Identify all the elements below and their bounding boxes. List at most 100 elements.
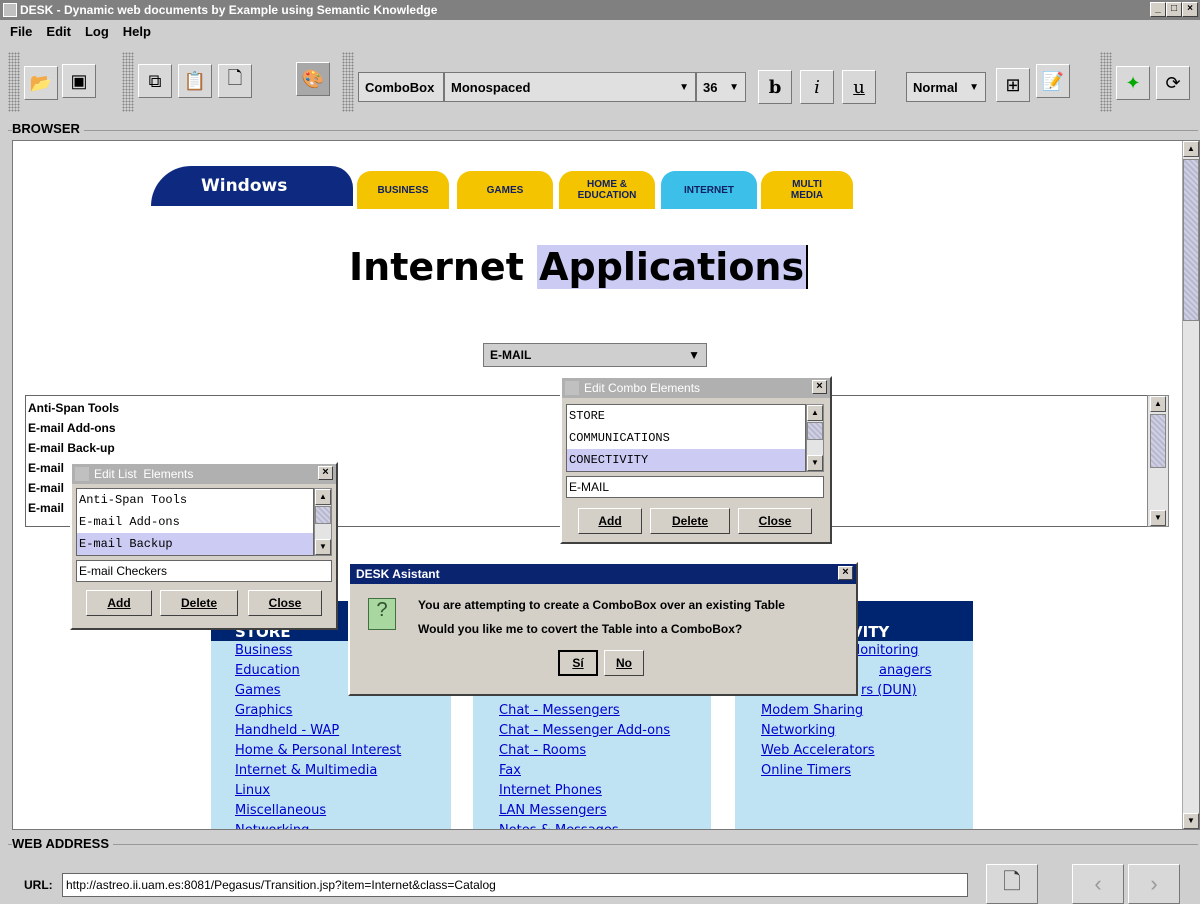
tab-home-education[interactable]: HOME & EDUCATION (559, 171, 655, 209)
style-select[interactable]: Normal ▼ (906, 72, 986, 102)
link-internet-multimedia[interactable]: Internet & Multimedia (235, 761, 451, 781)
link-web-accelerators[interactable]: Web Accelerators (761, 741, 973, 761)
open-folder-button[interactable]: 📂 (24, 66, 58, 100)
scroll-up-icon[interactable]: ▲ (1150, 396, 1166, 412)
menu-help[interactable]: Help (123, 24, 151, 39)
link-miscellaneous[interactable]: Miscellaneous (235, 801, 451, 821)
link-handheld[interactable]: Handheld - WAP (235, 721, 451, 741)
url-input[interactable]: http://astreo.ii.uam.es:8081/Pegasus/Tra… (62, 873, 968, 897)
link-networking[interactable]: Networking (761, 721, 973, 741)
list-scrollbar[interactable]: ▲ ▼ (806, 404, 824, 472)
copy-button[interactable]: ⧉ (138, 64, 172, 98)
link-lan-messengers[interactable]: LAN Messengers (499, 801, 711, 821)
underline-button[interactable]: u (842, 70, 876, 104)
link-home-interest[interactable]: Home & Personal Interest (235, 741, 451, 761)
form-editor-button[interactable]: 📝 (1036, 64, 1070, 98)
dialog-titlebar[interactable]: DESK Asistant × (350, 564, 856, 584)
navigate-button[interactable]: ✦ (1116, 66, 1150, 100)
chevron-down-icon: ▼ (679, 81, 689, 93)
close-icon[interactable]: × (838, 566, 853, 580)
delete-button[interactable]: Delete (160, 590, 238, 616)
forward-button[interactable]: › (1128, 864, 1180, 904)
listbox-scrollbar[interactable]: ▲ ▼ (1147, 395, 1169, 527)
scroll-thumb[interactable] (807, 422, 823, 440)
font-select[interactable]: Monospaced ▼ (444, 72, 696, 102)
save-button[interactable]: ▣ (62, 64, 96, 98)
back-button[interactable]: ‹ (1072, 864, 1124, 904)
scroll-down-icon[interactable]: ▼ (315, 539, 331, 555)
combo-element-input[interactable]: E-MAIL (566, 476, 824, 498)
windows-logo-tab[interactable]: Windows (151, 166, 353, 206)
link-chat-messenger-addons[interactable]: Chat - Messenger Add-ons (499, 721, 711, 741)
palette-button[interactable]: 🎨 (296, 62, 330, 96)
bold-button[interactable]: b (758, 70, 792, 104)
minimize-button[interactable]: _ (1150, 2, 1166, 17)
paste-button[interactable]: 📋 (178, 64, 212, 98)
scroll-thumb[interactable] (315, 506, 331, 524)
list-item-selected[interactable]: CONECTIVITY (567, 449, 805, 471)
toolbar-grip[interactable] (342, 52, 354, 112)
no-button[interactable]: No (604, 650, 644, 676)
scroll-thumb[interactable] (1150, 414, 1166, 468)
link-internet-phones[interactable]: Internet Phones (499, 781, 711, 801)
tab-business[interactable]: BUSINESS (357, 171, 449, 209)
link-notes-messages[interactable]: Notes & Messages (499, 821, 711, 829)
browser-scrollbar[interactable]: ▲ ▼ (1182, 141, 1199, 829)
refresh-button[interactable]: ⟳ (1156, 66, 1190, 100)
toolbar-grip[interactable] (122, 52, 134, 112)
tab-internet[interactable]: INTERNET (661, 171, 757, 209)
menu-file[interactable]: File (10, 24, 32, 39)
link-modem-sharing[interactable]: Modem Sharing (761, 701, 973, 721)
delete-button[interactable]: Delete (650, 508, 730, 534)
close-button[interactable]: Close (738, 508, 812, 534)
close-icon[interactable]: × (318, 466, 333, 480)
list-item[interactable]: STORE (567, 405, 805, 427)
close-button[interactable]: Close (248, 590, 322, 616)
italic-button[interactable]: i (800, 70, 834, 104)
link-graphics[interactable]: Graphics (235, 701, 451, 721)
scroll-down-icon[interactable]: ▼ (1183, 813, 1199, 829)
size-select[interactable]: 36 ▼ (696, 72, 746, 102)
toolbar-grip[interactable] (8, 52, 20, 112)
tab-games[interactable]: GAMES (457, 171, 553, 209)
list-scrollbar[interactable]: ▲ ▼ (314, 488, 332, 556)
list-element-input[interactable]: E-mail Checkers (76, 560, 332, 582)
dialog-titlebar[interactable]: Edit Combo Elements × (562, 378, 830, 398)
list-elements-list[interactable]: Anti-Span Tools E-mail Add-ons E-mail Ba… (76, 488, 314, 556)
scroll-up-icon[interactable]: ▲ (315, 489, 331, 505)
link-fax[interactable]: Fax (499, 761, 711, 781)
toolbar-grip[interactable] (1100, 52, 1112, 112)
menu-log[interactable]: Log (85, 24, 109, 39)
list-item[interactable]: Anti-Span Tools (77, 489, 313, 511)
toolbar: 📂 ▣ ⧉ 📋 🗋 🎨 ComboBox Monospaced ▼ 36 ▼ b i… (0, 42, 1200, 120)
link-networking[interactable]: Networking (235, 821, 451, 829)
tab-multimedia[interactable]: MULTI MEDIA (761, 171, 853, 209)
link-online-timers[interactable]: Online Timers (761, 761, 973, 781)
close-button[interactable]: × (1182, 2, 1198, 17)
menu-edit[interactable]: Edit (46, 24, 71, 39)
link-chat-messengers[interactable]: Chat - Messengers (499, 701, 711, 721)
maximize-button[interactable]: □ (1166, 2, 1182, 17)
add-button[interactable]: Add (86, 590, 152, 616)
list-item[interactable]: COMMUNICATIONS (567, 427, 805, 449)
scroll-thumb[interactable] (1183, 159, 1199, 321)
link-chat-rooms[interactable]: Chat - Rooms (499, 741, 711, 761)
heading-word-applications-selected[interactable]: Applications (537, 245, 809, 289)
scroll-down-icon[interactable]: ▼ (1150, 510, 1166, 526)
list-item-selected[interactable]: E-mail Backup (77, 533, 313, 555)
scroll-down-icon[interactable]: ▼ (807, 455, 823, 471)
close-icon[interactable]: × (812, 380, 827, 394)
category-combo[interactable]: E-MAIL ▼ (483, 343, 707, 367)
new-page-button[interactable]: 🗋 (986, 864, 1038, 904)
add-button[interactable]: Add (578, 508, 642, 534)
link-linux[interactable]: Linux (235, 781, 451, 801)
yes-button[interactable]: Sí (558, 650, 598, 676)
new-document-button[interactable]: 🗋 (218, 64, 252, 98)
table-button[interactable]: ⊞ (996, 68, 1030, 102)
combo-elements-list[interactable]: STORE COMMUNICATIONS CONECTIVITY (566, 404, 806, 472)
dialog-titlebar[interactable]: Edit List Elements × (72, 464, 336, 484)
assistant-message-line2: Would you like me to covert the Table in… (418, 622, 743, 636)
scroll-up-icon[interactable]: ▲ (1183, 141, 1199, 157)
list-item[interactable]: E-mail Add-ons (77, 511, 313, 533)
scroll-up-icon[interactable]: ▲ (807, 405, 823, 421)
